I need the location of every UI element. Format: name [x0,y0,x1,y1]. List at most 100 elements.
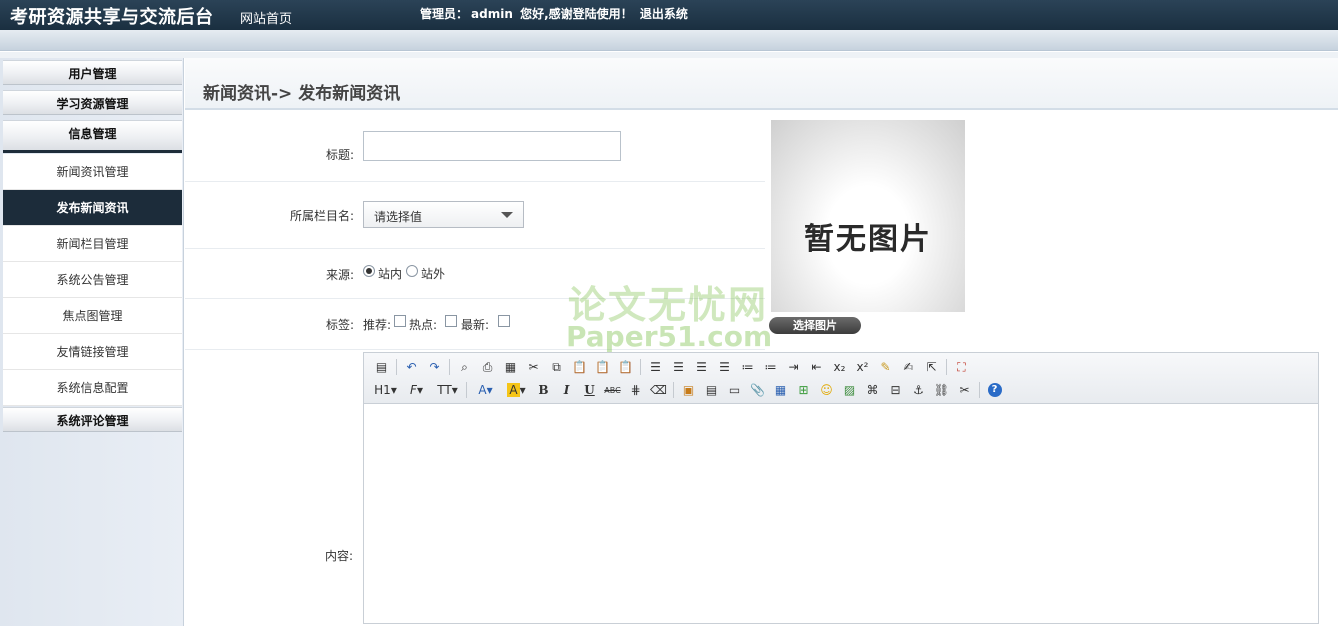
font-size-dropdown[interactable]: TT ▾ [432,380,463,400]
image-upload-icon[interactable]: ▣ [677,380,700,400]
quick-format-icon[interactable]: ✍ [897,357,920,377]
sidebar-item-focus-images[interactable]: 焦点图管理 [3,298,182,334]
image-preview: 暂无图片 [771,120,965,312]
cut-icon[interactable]: ✂ [522,357,545,377]
align-justify-icon[interactable]: ☰ [713,357,736,377]
font-color-icon: A [478,383,487,397]
logout-link[interactable]: 退出系统 [640,7,688,21]
editor-text-area[interactable] [364,405,1318,623]
tag-hot-checkbox[interactable] [445,315,457,327]
fullscreen-icon[interactable]: ⛶ [950,357,973,377]
italic-icon[interactable]: I [555,380,578,400]
unlink-icon[interactable]: ✂ [953,380,976,400]
sidebar-item-friend-links[interactable]: 友情链接管理 [3,334,182,370]
sidebar-section-info[interactable]: 信息管理 [3,120,182,153]
toolbar-separator [396,359,397,375]
heading-dropdown[interactable]: H1 ▾ [370,380,401,400]
welcome-text: 您好,感谢登陆使用！ [520,7,633,21]
copy-icon[interactable]: ⧉ [545,357,568,377]
source-label: 来源: [325,268,354,282]
toolbar-separator [466,382,467,398]
source-radio-external[interactable] [406,265,418,277]
font-icon: F [410,383,417,397]
breadcrumb-bar: 新闻资讯-> 发布新闻资讯 [185,58,1338,110]
help-icon: ? [987,383,1002,397]
sidebar-item-system-config[interactable]: 系统信息配置 [3,370,182,406]
code-icon[interactable]: ⌘ [861,380,884,400]
toolbar-row-1: ▤ ↶ ↷ ⌕ ⎙ ▦ ✂ ⧉ 📋 📋 📋 ☰ ☰ ☰ ☰ ≔ ≔ ⇥ ⇤ x₂… [370,356,973,378]
strikethrough-icon[interactable]: ABC [601,380,624,400]
page-break-icon[interactable]: ⊟ [884,380,907,400]
table-icon[interactable]: ▦ [769,380,792,400]
sidebar-section-resources[interactable]: 学习资源管理 [3,90,182,115]
user-info: 管理员： admin 您好,感谢登陆使用！ 退出系统 [420,5,691,22]
content-label: 内容: [325,549,354,563]
admin-name: admin [471,7,513,21]
align-center-icon[interactable]: ☰ [667,357,690,377]
toolbar-separator [673,382,674,398]
admin-label: 管理员： [420,7,469,21]
source-code-icon[interactable]: ▤ [370,357,393,377]
preview-icon[interactable]: ⌕ [453,357,476,377]
choose-image-button[interactable]: 选择图片 [769,317,861,334]
tag-new-checkbox[interactable] [498,315,510,327]
align-left-icon[interactable]: ☰ [644,357,667,377]
home-link[interactable]: 网站首页 [240,8,292,27]
category-select[interactable]: 请选择值 [363,201,524,228]
indent-icon[interactable]: ⇥ [782,357,805,377]
image-icon[interactable]: ▨ [838,380,861,400]
highlight-dropdown[interactable]: A ▾ [501,380,532,400]
underline-icon[interactable]: U [578,380,601,400]
sidebar-section-users[interactable]: 用户管理 [3,60,182,85]
toolbar-row-2: H1 ▾ F ▾ TT ▾ A ▾ A ▾ B I U ABC ⋕ ⌫ ▣ ▤ ▭ 📎 ▦… [370,379,1006,401]
hr-icon[interactable]: ⋕ [624,380,647,400]
paste-icon[interactable]: 📋 [568,357,591,377]
source-option-external: 站外 [421,267,446,281]
sidebar-item-publish-news[interactable]: 发布新闻资讯 [3,190,182,226]
link-icon[interactable]: ⛓ [930,380,953,400]
ordered-list-icon[interactable]: ≔ [736,357,759,377]
help-button[interactable]: ? [983,380,1006,400]
sidebar-section-comments[interactable]: 系统评论管理 [3,407,182,432]
sub-header-bar [0,30,1338,51]
toolbar-separator [640,359,641,375]
subscript-icon[interactable]: x₂ [828,357,851,377]
tag-recommend-checkbox[interactable] [394,315,406,327]
font-color-dropdown[interactable]: A ▾ [470,380,501,400]
anchor-icon[interactable]: ⚓ [907,380,930,400]
eraser-icon[interactable]: ⌫ [647,380,670,400]
outdent-icon[interactable]: ⇤ [805,357,828,377]
print-icon[interactable]: ⎙ [476,357,499,377]
unordered-list-icon[interactable]: ≔ [759,357,782,377]
superscript-icon[interactable]: x² [851,357,874,377]
tags-label: 标签: [325,318,354,332]
no-image-text: 暂无图片 [804,222,932,257]
emoticon-icon[interactable]: ☺ [815,380,838,400]
bold-icon[interactable]: B [532,380,555,400]
title-input[interactable] [363,131,621,161]
undo-icon[interactable]: ↶ [400,357,423,377]
clear-format-icon[interactable]: ✎ [874,357,897,377]
sidebar: 用户管理 学习资源管理 信息管理 新闻资讯管理 发布新闻资讯 新闻栏目管理 系统… [0,58,184,626]
toolbar-separator [979,382,980,398]
source-radio-internal[interactable] [363,265,375,277]
sidebar-item-news-manage[interactable]: 新闻资讯管理 [3,154,182,190]
paste-word-icon[interactable]: 📋 [614,357,637,377]
font-family-dropdown[interactable]: F ▾ [401,380,432,400]
highlight-icon: A [507,383,520,397]
category-label: 所属栏目名: [289,209,354,223]
heading-icon: H1 [374,383,391,397]
toolbar-separator [449,359,450,375]
multi-image-icon[interactable]: ▤ [700,380,723,400]
sidebar-item-announcements[interactable]: 系统公告管理 [3,262,182,298]
align-right-icon[interactable]: ☰ [690,357,713,377]
insert-row-icon[interactable]: ⊞ [792,380,815,400]
redo-icon[interactable]: ↷ [423,357,446,377]
sidebar-item-news-columns[interactable]: 新闻栏目管理 [3,226,182,262]
template-icon[interactable]: ▦ [499,357,522,377]
attachment-icon[interactable]: 📎 [746,380,769,400]
tag-hot-label: 热点: [409,318,438,332]
paste-text-icon[interactable]: 📋 [591,357,614,377]
select-all-icon[interactable]: ⇱ [920,357,943,377]
flash-icon[interactable]: ▭ [723,380,746,400]
